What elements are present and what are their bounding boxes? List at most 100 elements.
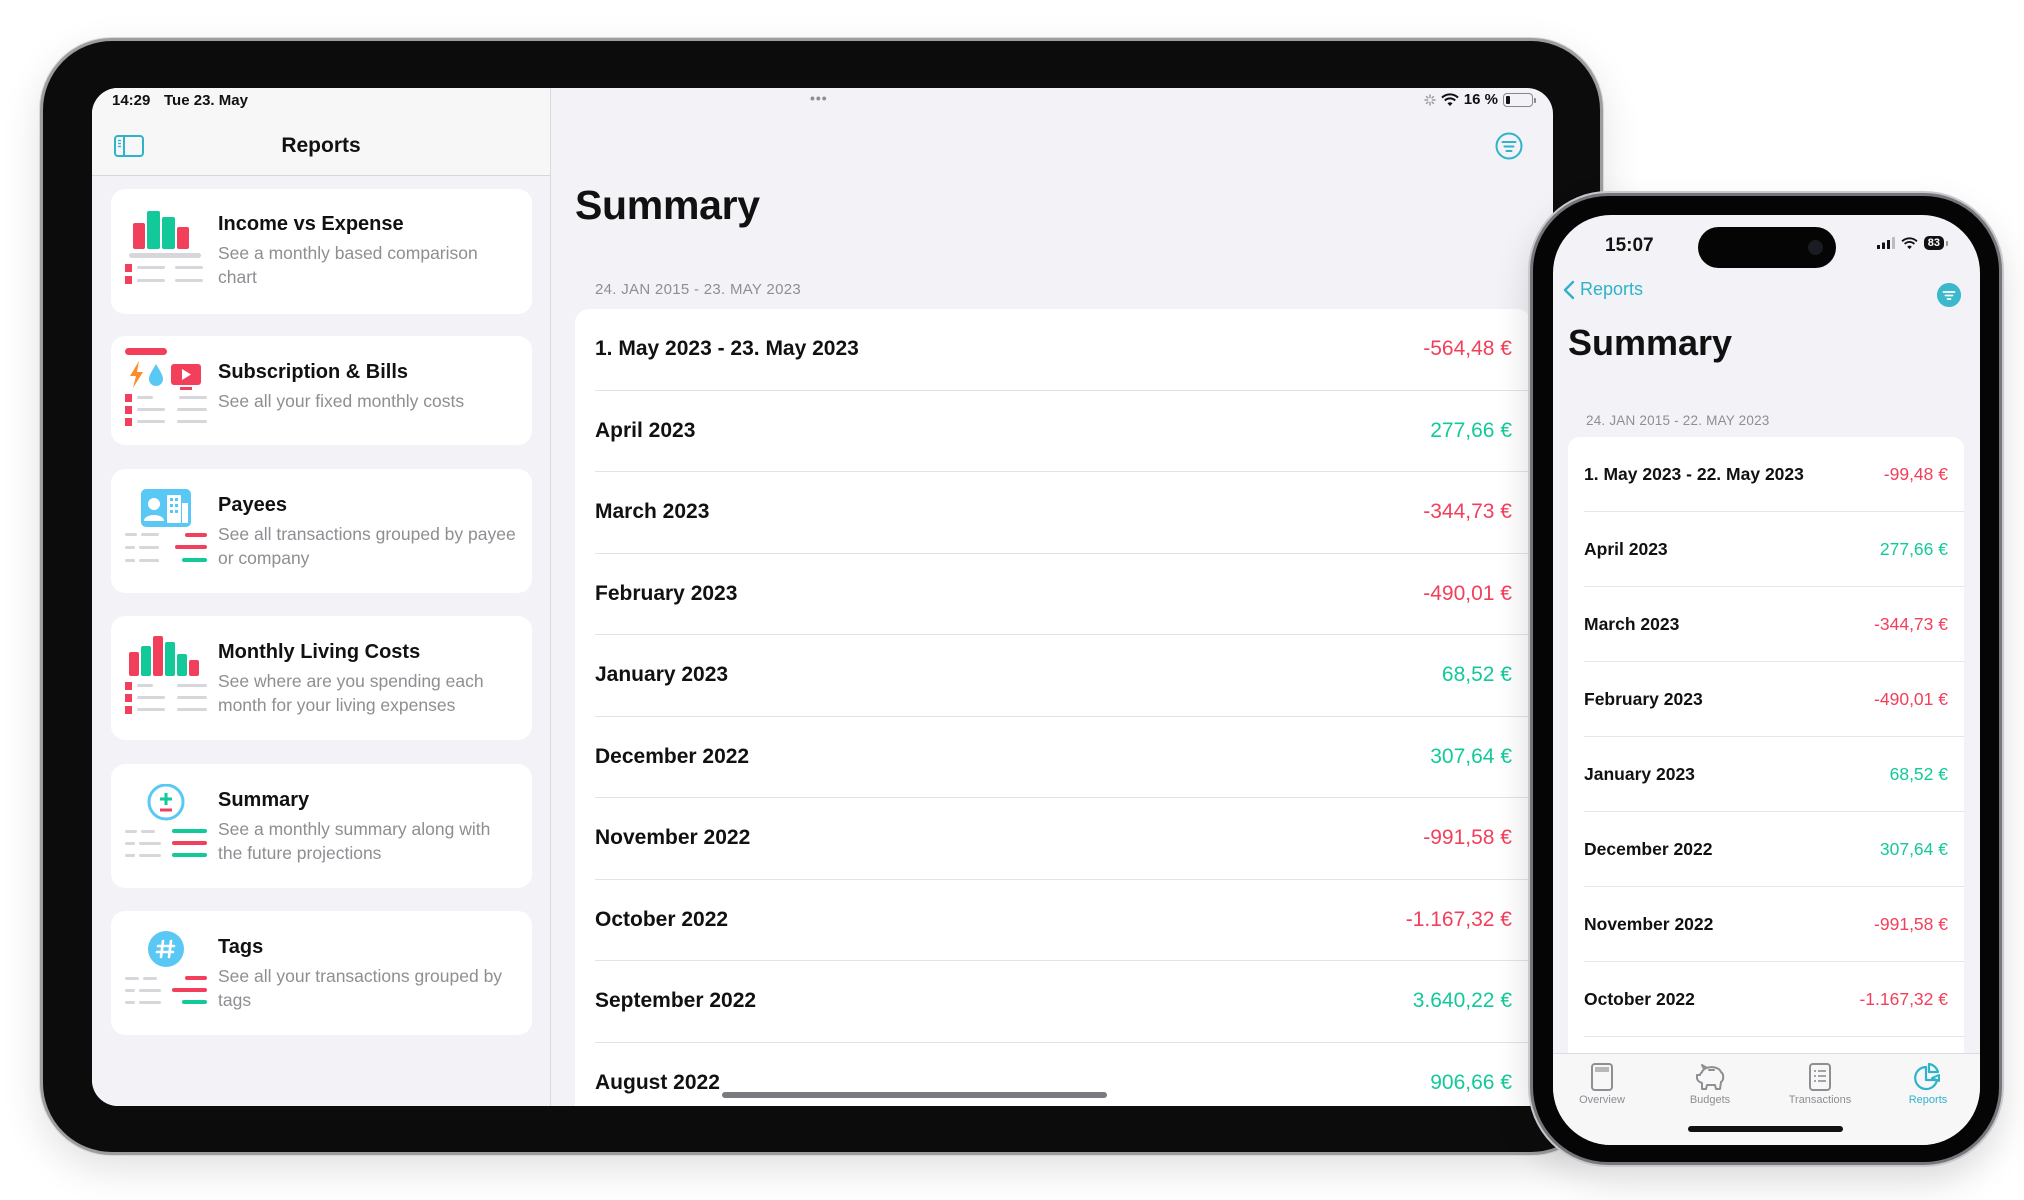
period-amount: -1.167,32 € [1405,907,1512,931]
status-right: 16 % [1424,91,1536,108]
tab-overview[interactable]: Overview [1557,1062,1647,1106]
period-label: November 2022 [1584,914,1714,934]
period-label: December 2022 [1584,839,1713,859]
period-amount: -490,01 € [1423,581,1512,605]
report-card-payees[interactable]: Payees See all transactions grouped by p… [111,469,532,593]
status-time: 14:29 [112,92,151,109]
piggy-bank-icon [1696,1064,1725,1090]
period-amount: 307,64 € [1430,744,1512,768]
tab-transactions[interactable]: Transactions [1775,1062,1865,1106]
summary-row[interactable]: November 2022 -991,58 € [595,798,1531,880]
report-title: Monthly Living Costs [218,641,421,663]
period-amount: -99,48 € [1883,464,1948,484]
tab-label: Transactions [1788,1094,1852,1106]
period-label: September 2022 [595,989,757,1012]
summary-row[interactable]: October 2022 -1.167,32 € [595,880,1531,961]
ipad-status-bar: 14:29 Tue 23. May ••• 16 % [92,88,1553,114]
back-button[interactable]: Reports [1563,279,1643,300]
period-amount: 307,64 € [1879,839,1948,859]
summary-row[interactable]: 1. May 2023 - 22. May 2023 -99,48 € [1584,437,1964,512]
tab-budgets[interactable]: Budgets [1665,1062,1755,1106]
summary-row[interactable]: March 2023 -344,73 € [595,472,1531,554]
summary-row[interactable]: 1. May 2023 - 23. May 2023 -564,48 € [595,309,1531,391]
period-label: 1. May 2023 - 22. May 2023 [1584,464,1804,484]
summary-detail: Summary 24. JAN 2015 - 23. MAY 2023 1. M… [552,88,1553,1106]
period-label: October 2022 [1584,989,1695,1009]
period-amount: 277,66 € [1879,539,1948,559]
dynamic-island [1698,227,1836,268]
sidebar-title: Reports [281,134,361,157]
summary-row[interactable]: February 2023 -490,01 € [595,554,1531,635]
report-card-monthly-living-costs[interactable]: Monthly Living Costs See where are you s… [111,616,532,740]
transactions-list-icon [1809,1063,1831,1091]
period-amount: 68,52 € [1889,764,1948,784]
summary-row[interactable]: October 2022 -1.167,32 € [1584,962,1964,1037]
period-amount: 277,66 € [1430,418,1512,442]
period-amount: -991,58 € [1874,914,1948,934]
summary-row[interactable]: December 2022 307,64 € [1584,812,1964,887]
filter-icon[interactable] [1937,283,1961,307]
report-card-summary[interactable]: Summary See a monthly summary along with… [111,764,532,888]
period-label: October 2022 [595,907,729,931]
home-indicator[interactable] [1688,1126,1843,1132]
period-amount: -991,58 € [1423,826,1512,849]
filter-icon[interactable] [1495,132,1523,160]
summary-row[interactable]: November 2022 -991,58 € [1584,887,1964,962]
tab-bar: Overview Budgets Transactions Reports [1553,1053,1980,1145]
report-title: Income vs Expense [218,213,404,235]
summary-row[interactable]: April 2023 277,66 € [1584,512,1964,587]
period-amount: 3.640,22 € [1412,989,1512,1012]
report-description: See where are you spending each month fo… [218,671,484,715]
ipad-screen: 14:29 Tue 23. May ••• 16 % Reports Incom… [92,88,1553,1106]
period-label: January 2023 [595,663,729,686]
period-label: February 2023 [1584,689,1703,709]
home-indicator[interactable] [722,1092,1107,1098]
report-title: Payees [218,494,287,516]
summary-row[interactable]: March 2023 -344,73 € [1584,587,1964,662]
period-amount: 68,52 € [1441,663,1512,686]
summary-row[interactable]: April 2023 277,66 € [595,391,1531,472]
battery-icon: 83 [1923,236,1949,250]
report-description: See all your fixed monthly costs [218,391,465,411]
summary-row[interactable]: December 2022 307,64 € [595,717,1531,798]
reports-sidebar: Reports Income vs Expense See a monthly … [92,88,551,1106]
period-label: 1. May 2023 - 23. May 2023 [595,337,859,360]
period-amount: -564,48 € [1423,337,1512,360]
back-label: Reports [1580,279,1644,299]
period-label: January 2023 [1584,764,1695,784]
report-title: Tags [218,936,264,958]
reports-pie-icon [1914,1062,1940,1091]
period-label: December 2022 [595,744,750,768]
report-card-income-vs-expense[interactable]: Income vs Expense See a monthly based co… [111,189,532,314]
hashtag-icon [125,931,207,1004]
bills-icon [125,348,207,426]
activity-spinner-icon [1424,93,1436,106]
summary-row[interactable]: January 2023 68,52 € [595,635,1531,717]
summary-row[interactable]: February 2023 -490,01 € [1584,662,1964,737]
report-description: See all transactions grouped by payee or… [218,524,516,568]
report-title: Summary [218,789,310,811]
summary-list: 1. May 2023 - 23. May 2023 -564,48 € Apri… [575,309,1531,1106]
tab-label: Overview [1579,1094,1625,1106]
report-card-subscription-bills[interactable]: Subscription & Bills See all your fixed … [111,336,532,445]
payee-icon [125,489,207,562]
summary-list: 1. May 2023 - 22. May 2023 -99,48 € April… [1568,437,1964,1055]
summary-row[interactable]: September 2022 3.640,22 € [595,961,1531,1043]
tab-label: Reports [1908,1094,1948,1106]
camera-icon [1808,240,1823,255]
plus-minus-icon [125,784,207,857]
tab-reports[interactable]: Reports [1883,1062,1973,1106]
status-date: Tue 23. May [164,92,248,109]
bar-chart-icon [125,211,203,284]
tab-label: Budgets [1689,1094,1731,1106]
summary-row[interactable]: January 2023 68,52 € [1584,737,1964,812]
page-title: Summary [575,182,760,228]
wifi-icon [1441,92,1459,106]
date-range-header: 24. JAN 2015 - 23. MAY 2023 [595,281,802,298]
period-amount: -344,73 € [1423,500,1512,523]
multitasking-dots-icon[interactable]: ••• [810,90,828,106]
status-right: 83 [1876,236,1949,250]
period-label: March 2023 [1584,614,1680,634]
period-label: March 2023 [595,500,710,523]
report-card-tags[interactable]: Tags See all your transactions grouped b… [111,911,532,1035]
